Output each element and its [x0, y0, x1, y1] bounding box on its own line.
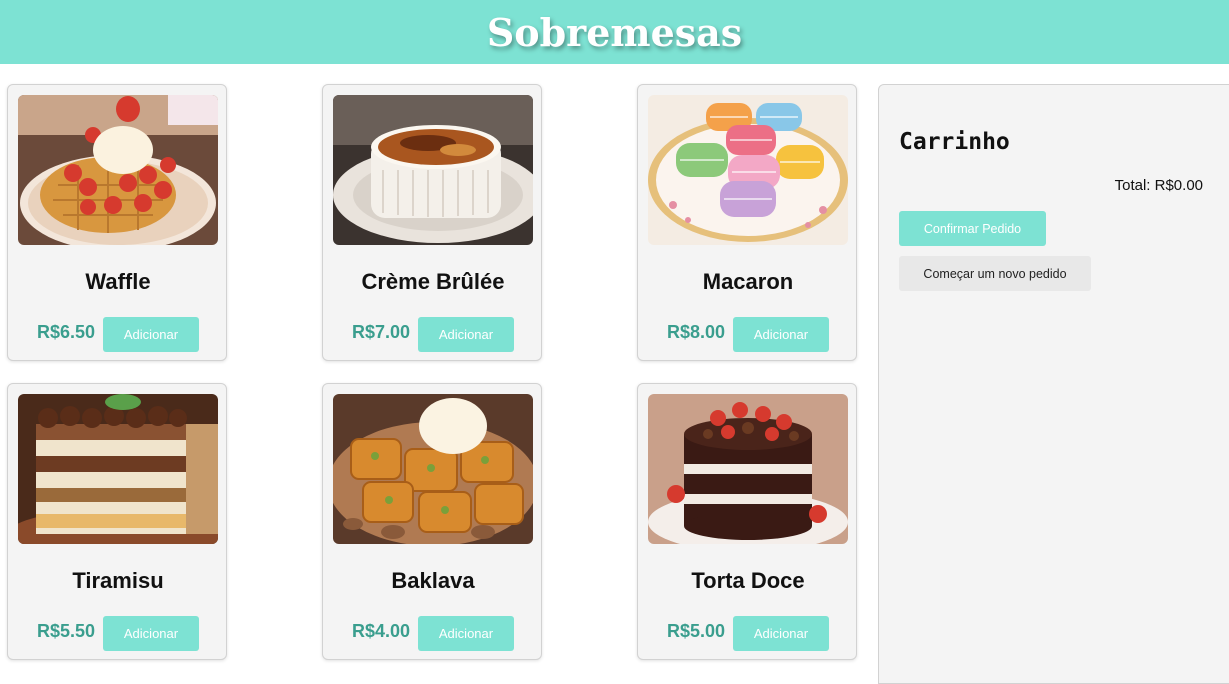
product-card-macaron: Macaron R$8.00 Adicionar [637, 84, 857, 361]
cart-total: Total: R$0.00 [1114, 177, 1203, 194]
product-name: Macaron [702, 269, 794, 294]
product-name: Crème Brûlée [361, 269, 505, 294]
product-name: Tiramisu [72, 568, 164, 593]
cake-image [648, 394, 848, 544]
add-torta-doce-button[interactable]: Adicionar [733, 616, 829, 651]
product-card-torta-doce: Torta Doce R$5.00 Adicionar [637, 383, 857, 660]
product-name: Torta Doce [691, 568, 805, 593]
product-card-creme-brulee: Crème Brûlée R$7.00 Adicionar [322, 84, 542, 361]
waffle-image [18, 95, 218, 245]
product-name: Baklava [391, 568, 475, 593]
cart-panel: Carrinho Total: R$0.00 Confirmar Pedido … [878, 84, 1229, 684]
product-name: Waffle [85, 269, 151, 294]
product-price: R$6.50 [37, 322, 96, 342]
add-waffle-button[interactable]: Adicionar [103, 317, 199, 352]
product-price: R$7.00 [352, 322, 411, 342]
product-price: R$4.00 [352, 621, 411, 641]
add-tiramisu-button[interactable]: Adicionar [103, 616, 199, 651]
product-card-tiramisu: Tiramisu R$5.50 Adicionar [7, 383, 227, 660]
product-card-waffle: Waffle R$6.50 Adicionar [7, 84, 227, 361]
add-baklava-button[interactable]: Adicionar [418, 616, 514, 651]
baklava-image [333, 394, 533, 544]
macaron-image [648, 95, 848, 245]
page-title: Sobremesas [486, 9, 743, 55]
creme-brulee-image [333, 95, 533, 245]
product-price: R$8.00 [667, 322, 726, 342]
product-card-baklava: Baklava R$4.00 Adicionar [322, 383, 542, 660]
product-price: R$5.00 [667, 621, 726, 641]
product-price: R$5.50 [37, 621, 96, 641]
cart-title: Carrinho [899, 129, 1010, 155]
add-macaron-button[interactable]: Adicionar [733, 317, 829, 352]
new-order-button[interactable]: Começar um novo pedido [899, 256, 1091, 291]
confirm-order-button[interactable]: Confirmar Pedido [899, 211, 1046, 246]
tiramisu-image [18, 394, 218, 544]
add-creme-brulee-button[interactable]: Adicionar [418, 317, 514, 352]
page-header: Sobremesas [0, 0, 1229, 64]
